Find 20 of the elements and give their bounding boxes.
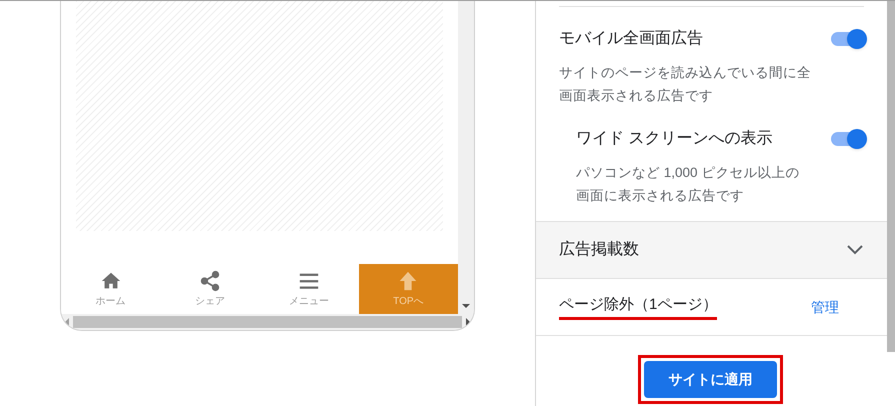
scrollbar[interactable] xyxy=(458,1,474,314)
setting-description: サイトのページを読み込んでいる間に全画面表示される広告です xyxy=(559,64,812,105)
caret-left-icon xyxy=(65,318,69,326)
apply-button[interactable]: サイトに適用 xyxy=(644,360,777,398)
scrollbar[interactable] xyxy=(887,1,895,352)
accordion-header[interactable]: 広告掲載数 xyxy=(536,221,887,279)
chevron-icon xyxy=(847,245,863,255)
caret-down-icon xyxy=(462,304,470,308)
exclusion-label: ページ除外（1ページ） xyxy=(559,294,718,320)
toggle-switch[interactable] xyxy=(829,128,867,150)
manage-link[interactable]: 管理 xyxy=(811,296,839,318)
nav-tab[interactable]: TOPへ xyxy=(358,264,458,314)
caret-right-icon xyxy=(466,318,470,326)
setting-title: モバイル全画面広告 xyxy=(559,28,703,49)
setting-title: ワイド スクリーンへの表示 xyxy=(576,128,772,149)
scrollbar[interactable] xyxy=(61,314,474,330)
setting-description: パソコンなど 1,000 ピクセル以上の画面に表示される広告です xyxy=(576,164,800,205)
scrollbar-thumb[interactable] xyxy=(73,316,462,328)
share-icon xyxy=(198,270,221,292)
toggle-switch[interactable] xyxy=(829,28,867,50)
